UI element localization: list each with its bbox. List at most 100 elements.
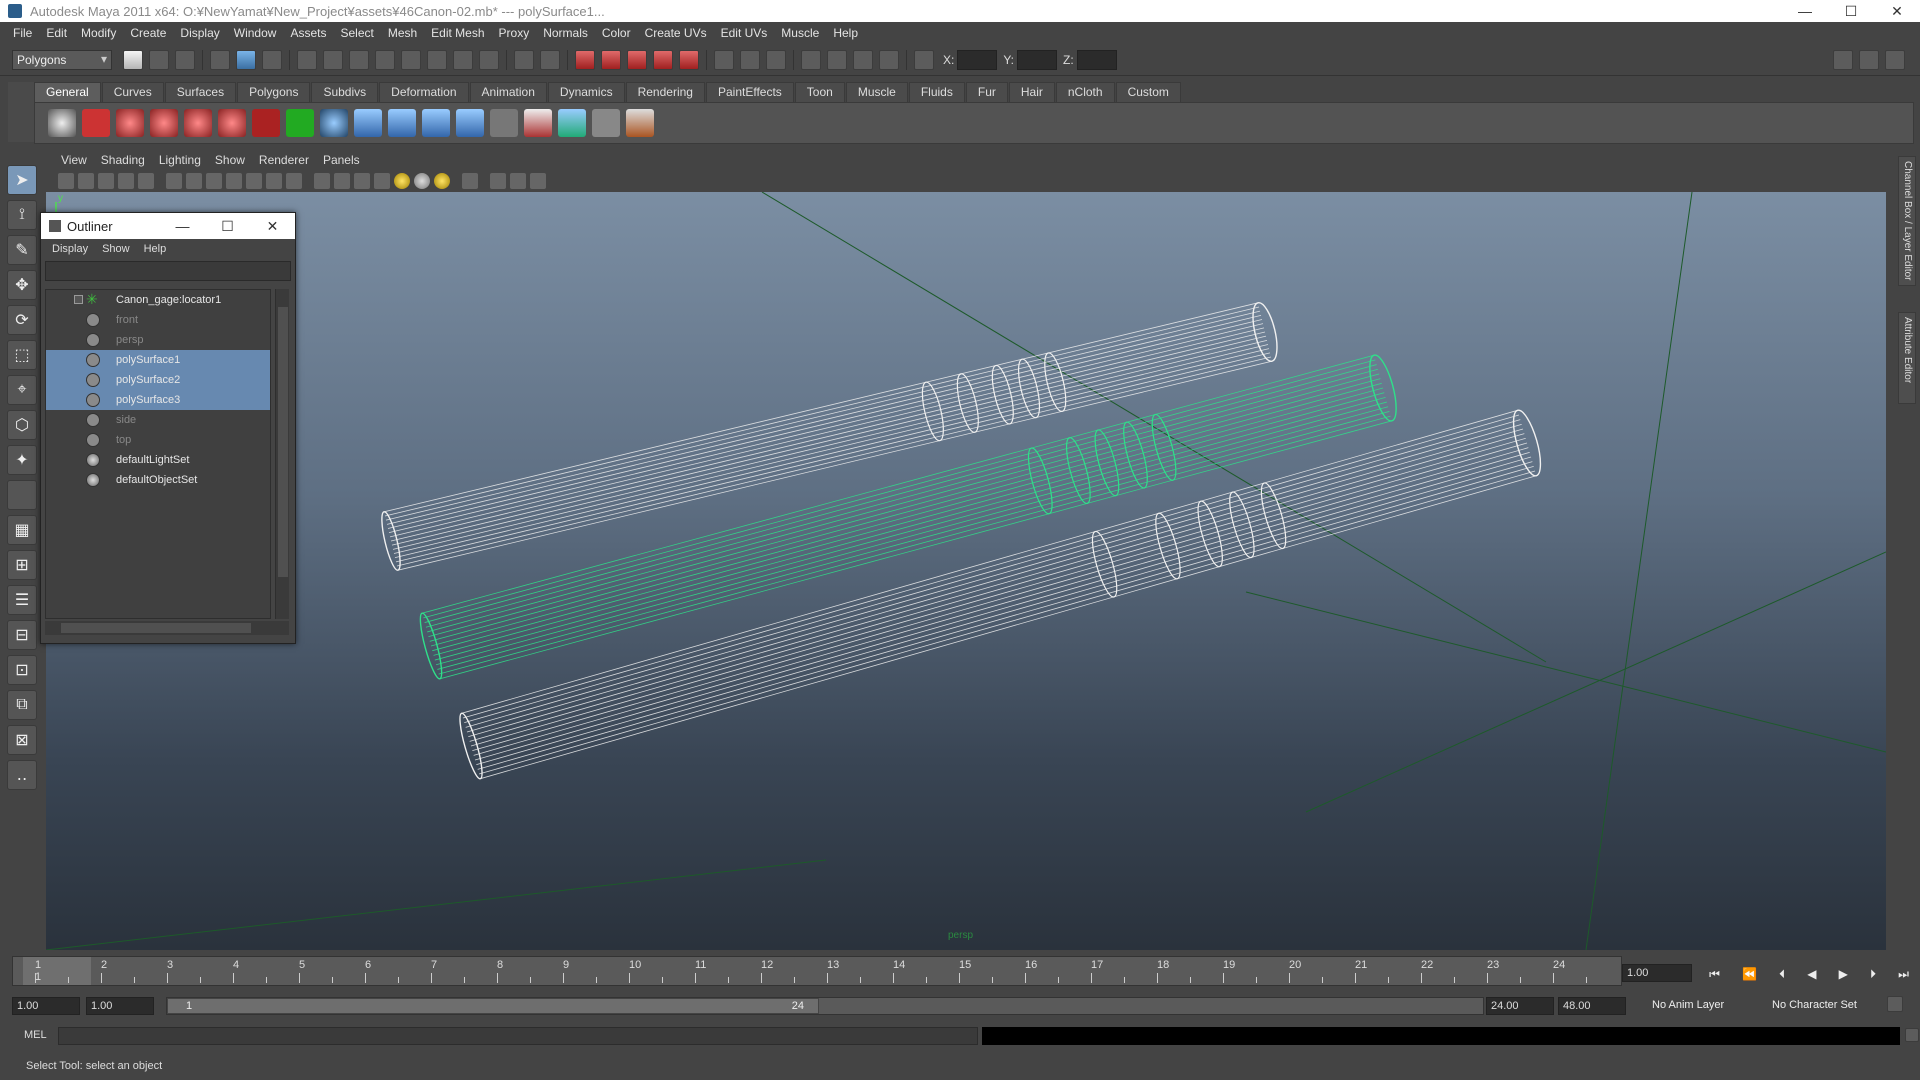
outliner-menu-display[interactable]: Display xyxy=(45,243,95,255)
step-back-key-icon[interactable]: ⏪ xyxy=(1742,967,1757,981)
menu-edit-uvs[interactable]: Edit UVs xyxy=(714,26,775,40)
range-slider-handle[interactable]: 1 24 xyxy=(167,998,819,1014)
maximize-button[interactable]: ☐ xyxy=(1828,0,1874,22)
y-field[interactable] xyxy=(1017,49,1058,70)
bookmark-icon[interactable] xyxy=(98,173,114,189)
menu-edit[interactable]: Edit xyxy=(39,26,74,40)
layout-misc-icon[interactable]: ⊠ xyxy=(7,725,37,755)
shelf-tab-fur[interactable]: Fur xyxy=(965,82,1008,102)
input-box-icon[interactable] xyxy=(914,49,934,70)
outliner-item[interactable]: polySurface3 xyxy=(46,390,270,410)
outliner-maximize-button[interactable]: ☐ xyxy=(205,218,250,235)
render-region-icon[interactable] xyxy=(879,49,899,70)
range-slider-track[interactable]: 1 24 xyxy=(166,997,1484,1015)
persp-viewport[interactable]: persp y xyxy=(46,192,1886,950)
shadows-icon[interactable] xyxy=(434,173,450,189)
layout-outliner-icon[interactable]: ☰ xyxy=(7,585,37,615)
step-forward-frame-icon[interactable]: ⏵ xyxy=(1870,967,1876,982)
menu-edit-mesh[interactable]: Edit Mesh xyxy=(424,26,491,40)
z-field[interactable] xyxy=(1076,49,1117,70)
shelf-tab-fluids[interactable]: Fluids xyxy=(908,82,965,102)
rotate-tool-icon[interactable]: ⟳ xyxy=(7,305,37,335)
shelf-tab-polygons[interactable]: Polygons xyxy=(237,82,311,102)
anim-layer-dropdown[interactable]: No Anim Layer xyxy=(1648,997,1758,1015)
menu-color[interactable]: Color xyxy=(595,26,638,40)
camera-select-icon[interactable] xyxy=(58,173,74,189)
layout-split-icon[interactable]: ⊡ xyxy=(7,655,37,685)
playback-start-field[interactable]: 1.00 xyxy=(86,997,154,1015)
shelf-tab-hair[interactable]: Hair xyxy=(1008,82,1055,102)
default-light-icon[interactable] xyxy=(394,173,410,189)
menu-create-uvs[interactable]: Create UVs xyxy=(638,26,714,40)
all-lights-icon[interactable] xyxy=(414,173,430,189)
soft-mod-tool-icon[interactable]: ⬡ xyxy=(7,410,37,440)
shelf-tool-icon-2[interactable] xyxy=(150,109,178,137)
shelf-tab-muscle[interactable]: Muscle xyxy=(845,82,908,102)
layout-hypergraph-icon[interactable]: ⧉ xyxy=(7,690,37,720)
shelf-magnet-icon[interactable] xyxy=(252,109,280,137)
symmetry-icon[interactable] xyxy=(653,49,673,70)
wireframe-on-shaded-icon[interactable] xyxy=(354,173,370,189)
snap-grid-icon[interactable] xyxy=(323,49,343,70)
shelf-tool-icon-1[interactable] xyxy=(116,109,144,137)
save-scene-icon[interactable] xyxy=(175,49,195,70)
menu-help[interactable]: Help xyxy=(826,26,865,40)
magnet-icon[interactable] xyxy=(575,49,595,70)
lock-icon[interactable] xyxy=(514,49,534,70)
select-object-icon[interactable] xyxy=(236,49,256,70)
blank-tool-slot-icon[interactable] xyxy=(7,480,37,510)
menu-assets[interactable]: Assets xyxy=(283,26,333,40)
go-to-start-icon[interactable]: ⏮ xyxy=(1709,967,1720,982)
outliner-filter-field[interactable] xyxy=(45,261,291,281)
shelf-brush-icon[interactable] xyxy=(626,109,654,137)
component-xray-icon[interactable] xyxy=(530,173,546,189)
outliner-horizontal-scrollbar[interactable] xyxy=(45,621,289,635)
select-component-icon[interactable] xyxy=(262,49,282,70)
gate-mask-icon[interactable] xyxy=(226,173,242,189)
shelf-tab-rendering[interactable]: Rendering xyxy=(625,82,705,102)
menu-set-dropdown[interactable]: Polygons xyxy=(12,49,112,70)
film-gate-icon[interactable] xyxy=(186,173,202,189)
snap-point-icon[interactable] xyxy=(375,49,395,70)
render-frame-icon[interactable] xyxy=(740,49,760,70)
shelf-tool-icon-4[interactable] xyxy=(218,109,246,137)
animation-end-field[interactable]: 48.00 xyxy=(1558,997,1626,1015)
viewport-menu-panels[interactable]: Panels xyxy=(316,153,367,167)
shelf-arrow-icon[interactable] xyxy=(286,109,314,137)
outliner-minimize-button[interactable]: — xyxy=(160,218,205,235)
shelf-joint-icon-3[interactable] xyxy=(422,109,450,137)
resolution-gate-icon[interactable] xyxy=(206,173,222,189)
animation-start-field[interactable]: 1.00 xyxy=(12,997,80,1015)
safe-action-icon[interactable] xyxy=(266,173,282,189)
layout-single-icon[interactable]: ▦ xyxy=(7,515,37,545)
outliner-vertical-scrollbar[interactable] xyxy=(275,289,289,619)
outliner-item[interactable]: ✳ Canon_gage:locator1 xyxy=(46,290,270,310)
shelf-joint-icon-1[interactable] xyxy=(354,109,382,137)
polysurface1-mesh[interactable] xyxy=(378,300,1282,571)
menu-create[interactable]: Create xyxy=(123,26,173,40)
shelf-tool-icon-3[interactable] xyxy=(184,109,212,137)
snap-curve-icon[interactable] xyxy=(349,49,369,70)
open-scene-icon[interactable] xyxy=(149,49,169,70)
outliner-item[interactable]: defaultObjectSet xyxy=(46,470,270,490)
outliner-item[interactable]: front xyxy=(46,310,270,330)
shelf-tab-surfaces[interactable]: Surfaces xyxy=(164,82,237,102)
polysurface3-mesh[interactable] xyxy=(456,408,1546,781)
image-plane-icon[interactable] xyxy=(118,173,134,189)
menu-modify[interactable]: Modify xyxy=(74,26,123,40)
auto-key-icon[interactable] xyxy=(1887,996,1903,1012)
select-hierarchy-icon[interactable] xyxy=(210,49,230,70)
move-tool-icon[interactable]: ✥ xyxy=(7,270,37,300)
smooth-shade-icon[interactable] xyxy=(334,173,350,189)
attribute-editor-tab[interactable]: Attribute Editor xyxy=(1898,312,1916,404)
shelf-joint-icon-4[interactable] xyxy=(456,109,484,137)
select-tool-icon[interactable]: ➤ xyxy=(7,165,37,195)
outliner-item[interactable]: polySurface1 xyxy=(46,350,270,370)
xray-joints-icon[interactable] xyxy=(510,173,526,189)
minimize-button[interactable]: — xyxy=(1782,0,1828,22)
outliner-item[interactable]: persp xyxy=(46,330,270,350)
channel-box-tab[interactable]: Channel Box / Layer Editor xyxy=(1898,156,1916,286)
play-backwards-icon[interactable]: ◀ xyxy=(1807,967,1816,981)
menu-select[interactable]: Select xyxy=(333,26,380,40)
menu-file[interactable]: File xyxy=(6,26,39,40)
